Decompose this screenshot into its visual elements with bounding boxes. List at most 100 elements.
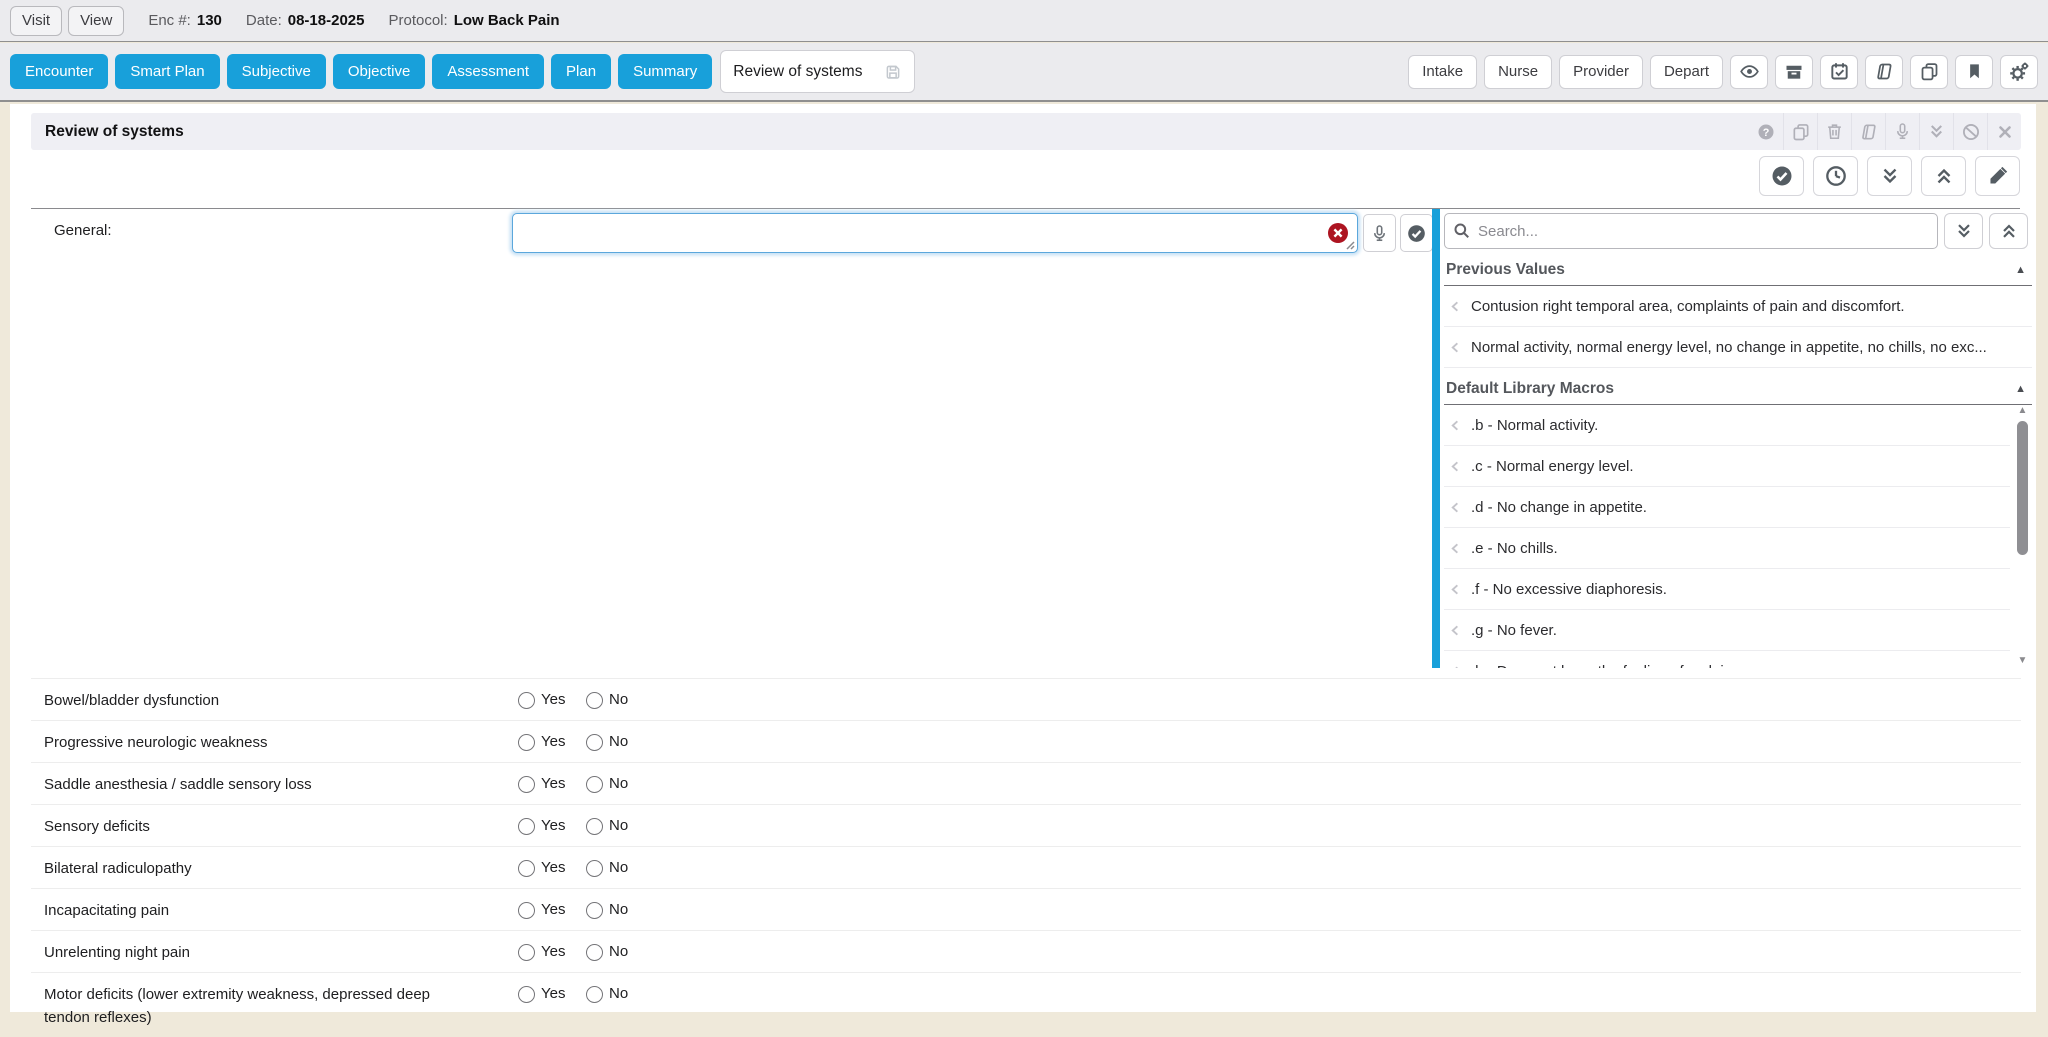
collapse-sections-button[interactable] xyxy=(1989,213,2028,249)
tab-review-of-systems[interactable]: Review of systems xyxy=(720,50,915,93)
no-option[interactable]: No xyxy=(586,857,654,878)
no-radio[interactable] xyxy=(586,902,603,919)
macros-scrollbar[interactable]: ▲ ▼ xyxy=(2015,405,2030,668)
yes-radio[interactable] xyxy=(518,902,535,919)
no-radio[interactable] xyxy=(586,818,603,835)
close-button[interactable] xyxy=(1987,113,2021,150)
macro-item[interactable]: .c - Normal energy level. xyxy=(1444,446,2010,487)
general-textarea[interactable] xyxy=(512,213,1358,253)
eye-icon xyxy=(1739,61,1760,82)
yes-radio[interactable] xyxy=(518,734,535,751)
archive-button[interactable] xyxy=(1775,55,1813,89)
yes-radio[interactable] xyxy=(518,944,535,961)
expand-all-button[interactable] xyxy=(1867,156,1912,196)
no-option[interactable]: No xyxy=(586,899,654,920)
dictate-button[interactable] xyxy=(1363,214,1396,252)
section-tab[interactable]: Assessment xyxy=(432,54,544,89)
yes-radio[interactable] xyxy=(518,986,535,1003)
macros-list: .b - Normal activity. .c - Normal energy… xyxy=(1444,405,2010,668)
scrollbar-thumb[interactable] xyxy=(2017,421,2028,555)
archive-icon xyxy=(1784,62,1804,82)
macro-text: .e - No chills. xyxy=(1471,540,1558,557)
date-value: 08-18-2025 xyxy=(288,12,365,29)
chevron-left-icon xyxy=(1449,583,1462,596)
help-icon: ? xyxy=(1756,122,1776,142)
yes-radio[interactable] xyxy=(518,692,535,709)
yes-option[interactable]: Yes xyxy=(518,773,586,794)
microphone-button[interactable] xyxy=(1885,113,1919,150)
stage-button[interactable]: Nurse xyxy=(1484,55,1552,89)
visit-button[interactable]: Visit xyxy=(10,6,62,36)
yes-option[interactable]: Yes xyxy=(518,857,586,878)
macro-item[interactable]: .f - No excessive diaphoresis. xyxy=(1444,569,2010,610)
yes-option[interactable]: Yes xyxy=(518,899,586,920)
no-option[interactable]: No xyxy=(586,689,654,710)
scroll-down-icon[interactable]: ▼ xyxy=(2018,655,2028,667)
collapse-triangle-icon[interactable]: ▲ xyxy=(2015,383,2026,395)
section-tab[interactable]: Subjective xyxy=(227,54,326,89)
no-radio[interactable] xyxy=(586,944,603,961)
trash-button[interactable] xyxy=(1817,113,1851,150)
book-button[interactable] xyxy=(1865,55,1903,89)
resize-grip[interactable] xyxy=(1345,240,1355,250)
yes-option[interactable]: Yes xyxy=(518,689,586,710)
no-radio[interactable] xyxy=(586,734,603,751)
copy-button[interactable] xyxy=(1910,55,1948,89)
edit-button[interactable] xyxy=(1975,156,2020,196)
previous-value-item[interactable]: Contusion right temporal area, complaint… xyxy=(1444,286,2032,327)
section-tab[interactable]: Objective xyxy=(333,54,426,89)
view-button[interactable]: View xyxy=(68,6,124,36)
yes-option[interactable]: Yes xyxy=(518,731,586,752)
collapse-all-button[interactable] xyxy=(1921,156,1966,196)
chevron-left-icon xyxy=(1449,501,1462,514)
confirm-field-button[interactable] xyxy=(1400,214,1433,252)
yes-radio[interactable] xyxy=(518,776,535,793)
search-input[interactable] xyxy=(1444,213,1938,249)
section-tab[interactable]: Smart Plan xyxy=(115,54,219,89)
stage-button[interactable]: Intake xyxy=(1408,55,1477,89)
section-tab[interactable]: Encounter xyxy=(10,54,108,89)
yes-radio[interactable] xyxy=(518,860,535,877)
macro-item[interactable]: .e - No chills. xyxy=(1444,528,2010,569)
collapse-triangle-icon[interactable]: ▲ xyxy=(2015,264,2026,276)
no-radio[interactable] xyxy=(586,776,603,793)
book-button[interactable] xyxy=(1851,113,1885,150)
no-option[interactable]: No xyxy=(586,773,654,794)
confirm-all-button[interactable] xyxy=(1759,156,1804,196)
history-button[interactable] xyxy=(1813,156,1858,196)
yes-option[interactable]: Yes xyxy=(518,815,586,836)
section-tab[interactable]: Summary xyxy=(618,54,712,89)
expand-sections-button[interactable] xyxy=(1944,213,1983,249)
no-radio[interactable] xyxy=(586,986,603,1003)
no-option[interactable]: No xyxy=(586,815,654,836)
collapse-button[interactable] xyxy=(1919,113,1953,150)
previous-value-text: Normal activity, normal energy level, no… xyxy=(1471,339,1987,356)
bookmark-button[interactable] xyxy=(1955,55,1993,89)
eye-button[interactable] xyxy=(1730,55,1768,89)
default-library-macros-header[interactable]: Default Library Macros ▲ xyxy=(1444,380,2032,405)
stage-button[interactable]: Provider xyxy=(1559,55,1643,89)
macro-item[interactable]: .h - Does not have the feeling of malais… xyxy=(1444,651,2010,668)
settings-button[interactable] xyxy=(2000,55,2038,89)
help-button[interactable]: ? xyxy=(1749,113,1783,150)
stage-button[interactable]: Depart xyxy=(1650,55,1723,89)
no-option[interactable]: No xyxy=(586,731,654,752)
no-option[interactable]: No xyxy=(586,941,654,962)
previous-value-item[interactable]: Normal activity, normal energy level, no… xyxy=(1444,327,2032,368)
macro-item[interactable]: .d - No change in appetite. xyxy=(1444,487,2010,528)
no-option[interactable]: No xyxy=(586,983,654,1004)
yes-option[interactable]: Yes xyxy=(518,941,586,962)
section-tab[interactable]: Plan xyxy=(551,54,611,89)
no-radio[interactable] xyxy=(586,860,603,877)
no-radio[interactable] xyxy=(586,692,603,709)
ban-button[interactable] xyxy=(1953,113,1987,150)
previous-values-header[interactable]: Previous Values ▲ xyxy=(1444,261,2032,286)
scroll-up-icon[interactable]: ▲ xyxy=(2018,405,2028,417)
calendar-check-button[interactable] xyxy=(1820,55,1858,89)
yes-radio[interactable] xyxy=(518,818,535,835)
macro-item[interactable]: .b - Normal activity. xyxy=(1444,405,2010,446)
macro-item[interactable]: .g - No fever. xyxy=(1444,610,2010,651)
copy-button[interactable] xyxy=(1783,113,1817,150)
yes-option[interactable]: Yes xyxy=(518,983,586,1004)
yes-label: Yes xyxy=(541,899,565,920)
